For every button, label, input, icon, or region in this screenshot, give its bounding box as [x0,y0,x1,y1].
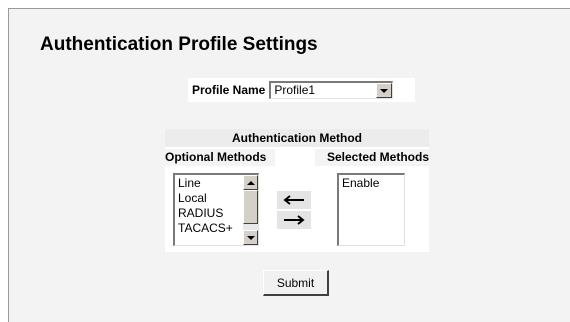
move-right-button[interactable] [277,211,311,229]
scroll-up-button[interactable] [243,175,258,190]
selected-methods-items: Enable [342,176,379,191]
list-item[interactable]: Line [178,176,233,191]
list-item[interactable]: Local [178,191,233,206]
arrow-right-icon [284,215,305,225]
chevron-up-icon [246,180,255,185]
optional-methods-label: Optional Methods [165,149,275,166]
chevron-down-icon [380,88,389,93]
authentication-method-table: Authentication Method Optional Methods S… [165,129,429,252]
list-item[interactable]: TACACS+ [178,221,233,236]
selected-methods-list[interactable]: Enable [337,173,405,246]
optional-methods-list[interactable]: Line Local RADIUS TACACS+ [173,173,259,246]
chevron-down-icon [246,235,255,240]
optional-methods-scrollbar[interactable] [243,175,258,245]
move-left-button[interactable] [277,191,311,209]
submit-button[interactable]: Submit [263,270,329,296]
arrow-left-icon [283,195,304,205]
profile-name-row: Profile Name Profile1 [188,78,415,102]
optional-methods-items: Line Local RADIUS TACACS+ [178,176,233,236]
authentication-method-header: Authentication Method [165,129,429,147]
profile-name-label: Profile Name [192,83,266,97]
scroll-thumb[interactable] [243,190,258,224]
selected-methods-label: Selected Methods [315,149,429,166]
list-item[interactable]: RADIUS [178,206,233,221]
scroll-down-button[interactable] [243,230,258,245]
list-item[interactable]: Enable [342,176,379,191]
profile-name-value: Profile1 [274,83,316,97]
dropdown-button[interactable] [376,83,393,98]
profile-name-select[interactable]: Profile1 [269,81,394,99]
page-title: Authentication Profile Settings [40,34,318,55]
